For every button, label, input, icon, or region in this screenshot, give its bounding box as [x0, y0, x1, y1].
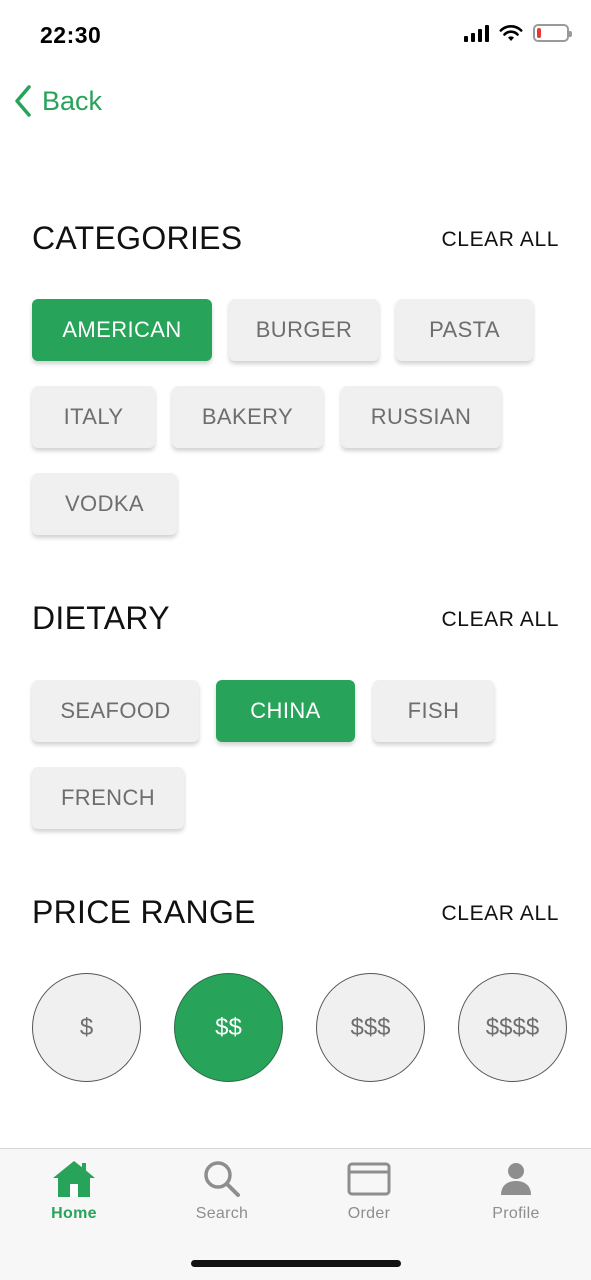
- price-option-4[interactable]: $$$$: [458, 973, 567, 1082]
- chip-french[interactable]: FRENCH: [32, 767, 184, 829]
- wifi-icon: [499, 25, 523, 41]
- status-time: 22:30: [40, 22, 102, 48]
- profile-icon: [501, 1163, 531, 1195]
- chip-pasta[interactable]: PASTA: [396, 299, 533, 361]
- price-range-clear-all-button[interactable]: CLEAR ALL: [442, 902, 559, 926]
- chevron-left-icon: [15, 85, 31, 117]
- home-indicator: [191, 1260, 401, 1267]
- tab-order-label: Order: [347, 1205, 391, 1222]
- tab-order[interactable]: Order: [309, 1149, 429, 1239]
- chip-china[interactable]: CHINA: [216, 680, 355, 742]
- chip-american[interactable]: AMERICAN: [32, 299, 212, 361]
- price-option-1[interactable]: $: [32, 973, 141, 1082]
- price-option-2[interactable]: $$: [174, 973, 283, 1082]
- search-icon: [204, 1161, 240, 1197]
- status-icons: [464, 24, 572, 42]
- back-label: Back: [42, 85, 103, 116]
- chip-fish[interactable]: FISH: [373, 680, 494, 742]
- home-icon: [53, 1161, 95, 1197]
- chip-seafood[interactable]: SEAFOOD: [32, 680, 199, 742]
- order-icon: [347, 1162, 391, 1196]
- signal-icon: [464, 24, 489, 42]
- chip-russian[interactable]: RUSSIAN: [341, 386, 501, 448]
- price-range-title: PRICE RANGE: [32, 894, 256, 930]
- tab-profile[interactable]: Profile: [456, 1149, 576, 1239]
- tab-profile-label: Profile: [492, 1205, 540, 1222]
- chip-bakery[interactable]: BAKERY: [172, 386, 323, 448]
- chip-vodka[interactable]: VODKA: [32, 473, 177, 535]
- back-button[interactable]: Back: [12, 84, 102, 118]
- categories-clear-all-button[interactable]: CLEAR ALL: [442, 228, 559, 252]
- chip-italy[interactable]: ITALY: [32, 386, 155, 448]
- tab-search[interactable]: Search: [162, 1149, 282, 1239]
- tab-search-label: Search: [195, 1205, 249, 1222]
- tab-home[interactable]: Home: [14, 1149, 134, 1239]
- battery-level: [537, 28, 542, 38]
- chip-burger[interactable]: BURGER: [229, 299, 379, 361]
- status-bar: 22:30: [0, 0, 591, 70]
- battery-low-icon: [533, 24, 572, 42]
- dietary-title: DIETARY: [32, 600, 170, 636]
- price-option-3[interactable]: $$$: [316, 973, 425, 1082]
- categories-title: CATEGORIES: [32, 220, 243, 256]
- tab-home-label: Home: [51, 1205, 97, 1222]
- dietary-clear-all-button[interactable]: CLEAR ALL: [442, 608, 559, 632]
